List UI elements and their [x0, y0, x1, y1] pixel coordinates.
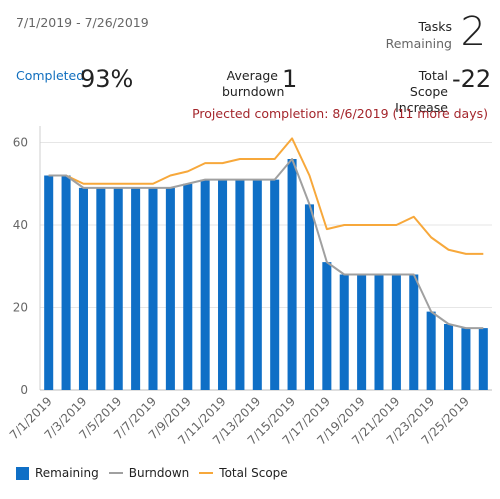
bar-remaining — [61, 175, 71, 390]
legend-label-remaining: Remaining — [35, 466, 99, 480]
bar-remaining — [252, 179, 262, 390]
bar-remaining — [96, 187, 106, 390]
legend-label-total-scope: Total Scope — [219, 466, 288, 480]
bar-remaining — [113, 187, 123, 390]
bar-remaining — [391, 274, 401, 390]
bar-remaining — [304, 204, 314, 390]
bar-remaining — [478, 328, 488, 390]
y-tick-label: 40 — [13, 218, 28, 232]
bar-remaining — [374, 274, 384, 390]
bar-remaining — [461, 328, 471, 390]
legend-swatch-total-scope — [199, 472, 214, 474]
bar-remaining — [183, 183, 193, 390]
legend-item-total-scope[interactable]: Total Scope — [199, 466, 288, 480]
bar-remaining — [78, 187, 88, 390]
bar-remaining — [235, 179, 245, 390]
bar-remaining — [44, 175, 54, 390]
bar-remaining — [165, 187, 175, 390]
legend-item-remaining[interactable]: Remaining — [16, 466, 99, 480]
legend-swatch-burndown — [108, 472, 123, 474]
burndown-chart: 02040607/1/20197/3/20197/5/20197/7/20197… — [7, 126, 492, 448]
y-tick-label: 20 — [13, 301, 28, 315]
y-tick-label: 60 — [13, 136, 28, 150]
legend-item-burndown[interactable]: Burndown — [108, 466, 190, 480]
bar-remaining — [131, 187, 141, 390]
bar-remaining — [444, 324, 454, 390]
bar-remaining — [426, 311, 436, 390]
legend-label-burndown: Burndown — [128, 466, 190, 480]
y-tick-label: 0 — [20, 383, 28, 397]
bar-remaining — [409, 274, 419, 390]
bar-remaining — [270, 179, 280, 390]
bar-remaining — [339, 274, 349, 390]
bar-remaining — [322, 262, 332, 390]
legend-swatch-remaining — [16, 466, 29, 480]
bar-remaining — [200, 179, 210, 390]
bar-remaining — [357, 274, 367, 390]
chart-legend: Remaining Burndown Total Scope — [16, 466, 298, 480]
bar-remaining — [287, 159, 297, 390]
bar-remaining — [218, 179, 228, 390]
bar-remaining — [148, 187, 158, 390]
